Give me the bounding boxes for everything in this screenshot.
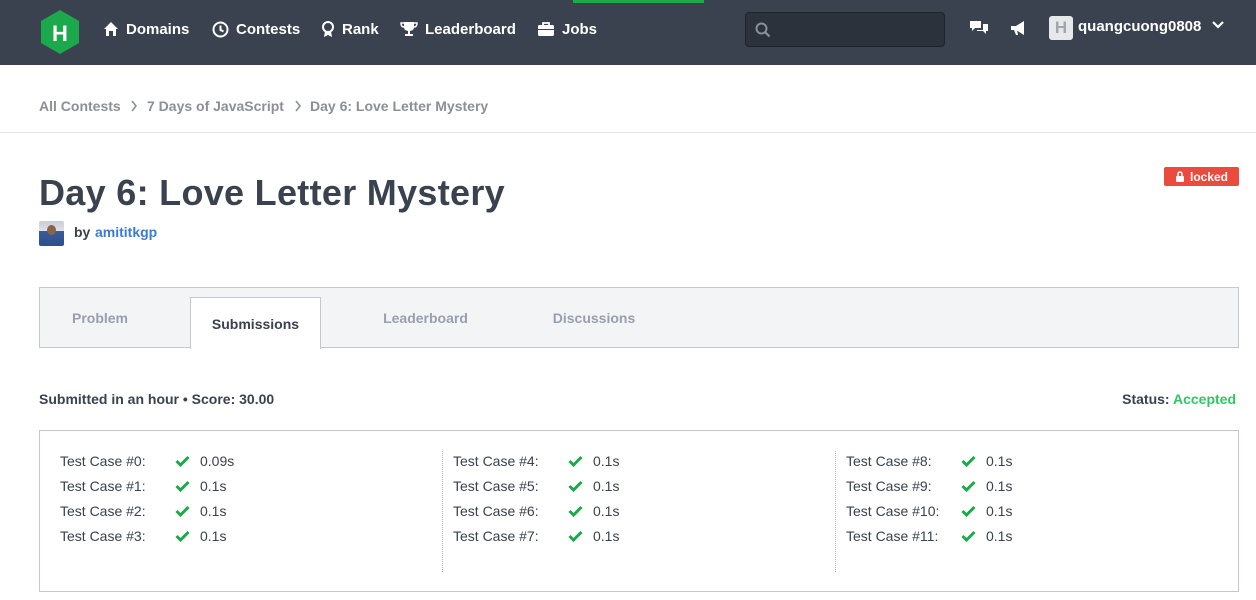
test-case-time: 0.1s [986, 453, 1013, 469]
test-case-time: 0.1s [200, 478, 227, 494]
search-box[interactable] [745, 12, 945, 47]
nav-leaderboard[interactable]: Leaderboard [400, 19, 516, 39]
test-case-label: Test Case #11: [846, 528, 939, 544]
test-case-label: Test Case #3: [60, 528, 146, 544]
test-case-time: 0.09s [200, 453, 235, 469]
check-icon [961, 530, 976, 542]
nav-rank-label: Rank [342, 20, 379, 38]
nav-contests-label: Contests [236, 20, 301, 38]
test-case-label: Test Case #8: [846, 453, 932, 469]
hackerrank-logo-icon[interactable]: H [39, 9, 81, 55]
nav-jobs[interactable]: Jobs [537, 19, 597, 39]
test-results-panel: Test Case #0: 0.09s Test Case #1: 0.1s Tes… [39, 430, 1239, 592]
locked-badge: locked [1164, 167, 1239, 186]
home-icon [104, 22, 118, 36]
status-value: Accepted [1172, 391, 1236, 407]
challenge-tabs: Problem Submissions Leaderboard Discussi… [39, 287, 1239, 349]
breadcrumb: All Contests 7 Days of JavaScript Day 6:… [0, 65, 1256, 133]
check-icon [175, 480, 190, 492]
check-icon [568, 480, 583, 492]
submission-status: Status: Accepted [1122, 391, 1236, 407]
test-case-time: 0.1s [986, 503, 1013, 519]
test-case-time: 0.1s [593, 528, 620, 544]
search-icon [755, 22, 771, 38]
messages-icon[interactable] [968, 17, 990, 39]
megaphone-icon[interactable] [1008, 17, 1030, 39]
chevron-right-icon [131, 100, 138, 112]
chevron-right-icon [295, 100, 302, 112]
author-link[interactable]: amititkgp [95, 224, 157, 240]
lock-icon [1175, 171, 1184, 182]
check-icon [568, 505, 583, 517]
top-navbar: H Domains Contests Rank Leaderboard Jobs… [0, 0, 1256, 65]
tab-problem[interactable]: Problem [40, 288, 160, 347]
check-icon [175, 455, 190, 467]
svg-text:H: H [52, 21, 68, 46]
search-input[interactable] [776, 13, 941, 46]
locked-badge-label: locked [1189, 169, 1228, 184]
check-icon [175, 530, 190, 542]
test-case-label: Test Case #4: [453, 453, 539, 469]
check-icon [568, 530, 583, 542]
nav-domains[interactable]: Domains [103, 19, 189, 39]
author-avatar[interactable] [39, 221, 64, 246]
test-case-time: 0.1s [986, 478, 1013, 494]
page-title: Day 6: Love Letter Mystery [39, 172, 505, 213]
username[interactable]: quangcuong0808 [1078, 18, 1201, 35]
test-case-label: Test Case #1: [60, 478, 146, 494]
test-case-label: Test Case #9: [846, 478, 932, 494]
breadcrumb-contest[interactable]: 7 Days of JavaScript [147, 98, 284, 114]
test-case-label: Test Case #5: [453, 478, 539, 494]
nav-leaderboard-label: Leaderboard [425, 20, 516, 38]
chevron-down-icon[interactable] [1211, 20, 1225, 30]
nav-domains-label: Domains [126, 20, 190, 38]
author-by-label: by [74, 224, 91, 240]
tab-submissions[interactable]: Submissions [190, 297, 321, 349]
breadcrumb-challenge[interactable]: Day 6: Love Letter Mystery [310, 98, 488, 114]
status-label: Status: [1122, 391, 1170, 407]
trophy-icon [400, 22, 418, 36]
test-case-label: Test Case #7: [453, 528, 539, 544]
test-case-column: Test Case #8: 0.1s Test Case #9: 0.1s Test… [826, 451, 1218, 572]
tab-discussions[interactable]: Discussions [530, 288, 658, 347]
test-case-column: Test Case #0: 0.09s Test Case #1: 0.1s Tes… [40, 451, 432, 572]
check-icon [175, 505, 190, 517]
test-case-label: Test Case #6: [453, 503, 539, 519]
breadcrumb-all-contests[interactable]: All Contests [39, 98, 121, 114]
test-case-time: 0.1s [593, 453, 620, 469]
test-case-time: 0.1s [593, 503, 620, 519]
check-icon [961, 455, 976, 467]
test-case-time: 0.1s [593, 478, 620, 494]
nav-rank[interactable]: Rank [321, 19, 379, 39]
tab-leaderboard[interactable]: Leaderboard [361, 288, 490, 347]
nav-accent-bar [573, 0, 704, 3]
test-case-time: 0.1s [200, 528, 227, 544]
check-icon [961, 480, 976, 492]
test-case-label: Test Case #2: [60, 503, 146, 519]
test-case-time: 0.1s [986, 528, 1013, 544]
clock-icon [212, 21, 229, 37]
test-case-label: Test Case #0: [60, 453, 146, 469]
nav-contests[interactable]: Contests [212, 19, 300, 39]
check-icon [568, 455, 583, 467]
test-case-time: 0.1s [200, 503, 227, 519]
medal-icon [322, 20, 334, 37]
test-case-label: Test Case #10: [846, 503, 940, 519]
nav-jobs-label: Jobs [562, 20, 598, 38]
submission-info: Submitted in an hour • Score: 30.00 [39, 391, 275, 407]
test-case-column: Test Case #4: 0.1s Test Case #5: 0.1s Test… [433, 451, 825, 572]
user-avatar[interactable]: H [1049, 16, 1073, 40]
check-icon [961, 505, 976, 517]
briefcase-icon [538, 22, 554, 36]
